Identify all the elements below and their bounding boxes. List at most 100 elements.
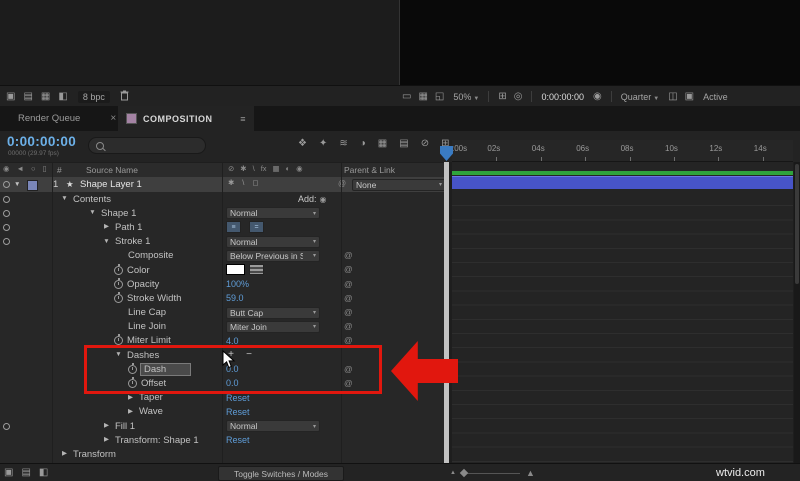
color-options-icon[interactable] (249, 264, 264, 276)
pickwhip-icon[interactable]: @ (344, 307, 353, 317)
draft-3d-icon[interactable]: ✦ (319, 139, 327, 149)
property-label[interactable]: Line Cap (128, 307, 166, 318)
path-buttons[interactable]: ≡ = (226, 221, 264, 234)
property-label[interactable]: Fill 1 (115, 421, 135, 432)
scrollbar-handle[interactable] (795, 164, 799, 284)
grid-overlay-icon[interactable]: ⊞ (498, 91, 506, 102)
label-color-chip[interactable] (27, 180, 38, 191)
composition-mini-flowchart-icon[interactable]: ❖ (298, 139, 307, 149)
caret-right-icon[interactable]: ▶ (60, 447, 69, 461)
panel-icon[interactable]: ◧ (39, 468, 48, 478)
snapshot-camera-icon[interactable]: ◉ (593, 91, 602, 102)
close-icon[interactable]: × (110, 113, 116, 124)
path-shape-icon[interactable]: ≡ (226, 221, 241, 234)
visibility-eye-icon[interactable] (3, 422, 10, 430)
mode-dropdown[interactable]: Normal ▾ (226, 420, 320, 432)
reset-link[interactable]: Reset (226, 406, 250, 418)
mask-visibility-icon[interactable]: ◎ (514, 91, 523, 102)
mode-dropdown[interactable]: Miter Join ▾ (226, 320, 320, 333)
stopwatch-icon[interactable] (114, 277, 123, 289)
panel-options-icon[interactable]: ▣ (685, 91, 694, 102)
color-swatch-white[interactable] (226, 264, 245, 276)
magnification-dropdown[interactable]: 50% ▼ (453, 92, 479, 102)
caret-down-icon[interactable]: ▼ (88, 206, 97, 220)
color-swatch[interactable] (226, 264, 264, 276)
viewer-timecode[interactable]: 0:00:00:00 (541, 92, 584, 102)
shy-layers-icon[interactable]: ⊘ (421, 139, 429, 149)
timeline-search-input[interactable] (88, 137, 206, 154)
property-label[interactable]: Transform (73, 449, 116, 460)
fast-preview-icon[interactable]: ◫ (668, 91, 677, 102)
layer-name[interactable]: Shape Layer 1 (80, 179, 142, 190)
property-label[interactable]: Path 1 (115, 222, 142, 233)
quality-icon[interactable]: ✱ (228, 179, 234, 187)
timeline-zoom-control[interactable]: ▲ ▲ (450, 464, 535, 481)
toggle-switches-modes-button[interactable]: Toggle Switches / Modes (218, 466, 344, 481)
workspace-icon[interactable]: ▣ (6, 91, 15, 102)
bit-depth-button[interactable]: 8 bpc (77, 90, 110, 103)
path-options-icon[interactable]: = (249, 221, 264, 234)
mode-dropdown[interactable]: Normal ▾ (226, 207, 320, 220)
caret-down-icon[interactable]: ▼ (102, 235, 111, 249)
reset-link[interactable]: Reset (226, 434, 250, 446)
property-label[interactable]: Line Join (128, 321, 166, 332)
current-timecode[interactable]: 0:00:00:00 (7, 134, 76, 149)
composition-network-icon[interactable]: ▣ (4, 468, 13, 478)
channels-icon[interactable]: ▦ (418, 91, 427, 102)
parent-pickwhip-icon[interactable]: @ (338, 179, 346, 188)
monitor-icon[interactable]: ▭ (402, 91, 411, 102)
caret-right-icon[interactable]: ▶ (126, 405, 135, 419)
vertical-scrollbar[interactable] (794, 162, 800, 463)
add-menu[interactable]: Add: ◉ (298, 193, 327, 205)
pickwhip-icon[interactable]: @ (344, 321, 353, 331)
graph-editor-icon[interactable]: ▦ (378, 139, 387, 149)
layer-visibility-eye-icon[interactable] (3, 181, 10, 188)
caret-down-icon[interactable]: ▼ (60, 192, 69, 206)
timeline-ruler[interactable]: :00s 02s 04s 06s 08s 10s 12s 14s (452, 140, 793, 162)
caret-right-icon[interactable]: ▶ (102, 419, 111, 433)
zoom-slider[interactable] (459, 468, 520, 477)
pickwhip-icon[interactable]: @ (344, 250, 353, 260)
pickwhip-icon[interactable]: @ (344, 264, 353, 274)
mode-dropdown[interactable]: Below Previous in Sa ▾ (226, 249, 320, 262)
stopwatch-icon[interactable] (114, 291, 123, 303)
parent-dropdown[interactable]: None ▾ (352, 178, 446, 191)
caret-right-icon[interactable]: ▶ (102, 220, 111, 234)
value-stroke-width[interactable]: 59.0 (226, 292, 244, 304)
resolution-dropdown[interactable]: Quarter ▼ (621, 92, 659, 102)
3d-layer-icon[interactable]: ◻ (252, 179, 258, 187)
property-label[interactable]: Shape 1 (101, 208, 136, 219)
grid-icon[interactable]: ▦ (41, 91, 50, 102)
trash-icon[interactable] (120, 90, 129, 103)
property-label[interactable]: Stroke 1 (115, 236, 150, 247)
frame-blending-icon[interactable]: ≋ (339, 139, 347, 149)
value-opacity[interactable]: 100% (226, 278, 249, 290)
flowchart-icon[interactable]: ▤ (21, 468, 30, 478)
visibility-eye-icon[interactable] (3, 209, 10, 217)
motion-blur-icon[interactable]: ◑ (360, 139, 366, 149)
visibility-eye-icon[interactable] (3, 223, 10, 231)
effects-icon[interactable]: \ (242, 179, 244, 187)
panel-divider-scrollbar[interactable] (444, 162, 449, 463)
pickwhip-icon[interactable]: @ (344, 293, 353, 303)
property-label[interactable]: Composite (128, 250, 173, 261)
panels-icon[interactable]: ▤ (23, 91, 32, 102)
caret-right-icon[interactable]: ▶ (102, 433, 111, 447)
property-label[interactable]: Contents (73, 194, 111, 205)
mode-dropdown[interactable]: Normal ▾ (226, 235, 320, 248)
visibility-eye-icon[interactable] (3, 238, 10, 246)
layer-duration-bar[interactable] (452, 176, 793, 189)
panel-menu-icon[interactable]: ≡ (240, 114, 246, 124)
visibility-eye-icon[interactable] (3, 195, 10, 203)
property-label[interactable]: Transform: Shape 1 (115, 435, 199, 446)
property-label[interactable]: Wave (139, 406, 163, 417)
mode-dropdown[interactable]: Butt Cap ▾ (226, 306, 320, 319)
add-button-icon[interactable]: ◉ (320, 195, 327, 204)
guides-icon[interactable]: ◧ (58, 91, 67, 102)
pickwhip-icon[interactable]: @ (344, 335, 353, 345)
property-label[interactable]: Stroke Width (127, 293, 181, 304)
caret-down-icon[interactable]: ▼ (14, 181, 20, 188)
zoom-out-mountain-icon[interactable]: ▲ (450, 470, 456, 476)
pickwhip-icon[interactable]: @ (344, 279, 353, 289)
region-of-interest-icon[interactable]: ◱ (435, 91, 444, 102)
